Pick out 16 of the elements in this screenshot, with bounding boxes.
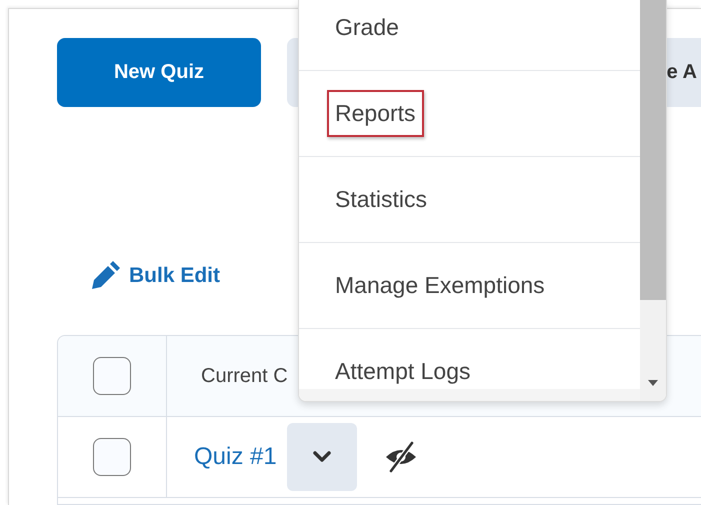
scroll-down-arrow-icon[interactable] — [647, 379, 659, 387]
pencil-icon — [89, 261, 123, 291]
column-header: Current C — [201, 364, 288, 388]
bulk-edit-link[interactable]: Bulk Edit — [89, 261, 220, 291]
new-quiz-button[interactable]: New Quiz — [57, 38, 261, 107]
chevron-down-icon — [312, 451, 332, 463]
menu-item[interactable]: Manage Exemptions — [327, 262, 553, 309]
scrollbar[interactable] — [640, 0, 666, 401]
menu-item[interactable]: Reports — [327, 90, 424, 137]
quiz-link[interactable]: Quiz #1 — [194, 443, 277, 471]
row-checkbox[interactable] — [93, 438, 131, 476]
menu-item[interactable]: Statistics — [327, 176, 436, 223]
menu-item[interactable]: Attempt Logs — [327, 348, 479, 389]
menu-item[interactable]: Grade — [327, 4, 407, 51]
scrollbar-thumb[interactable] — [640, 0, 666, 300]
select-all-checkbox[interactable] — [93, 357, 131, 395]
